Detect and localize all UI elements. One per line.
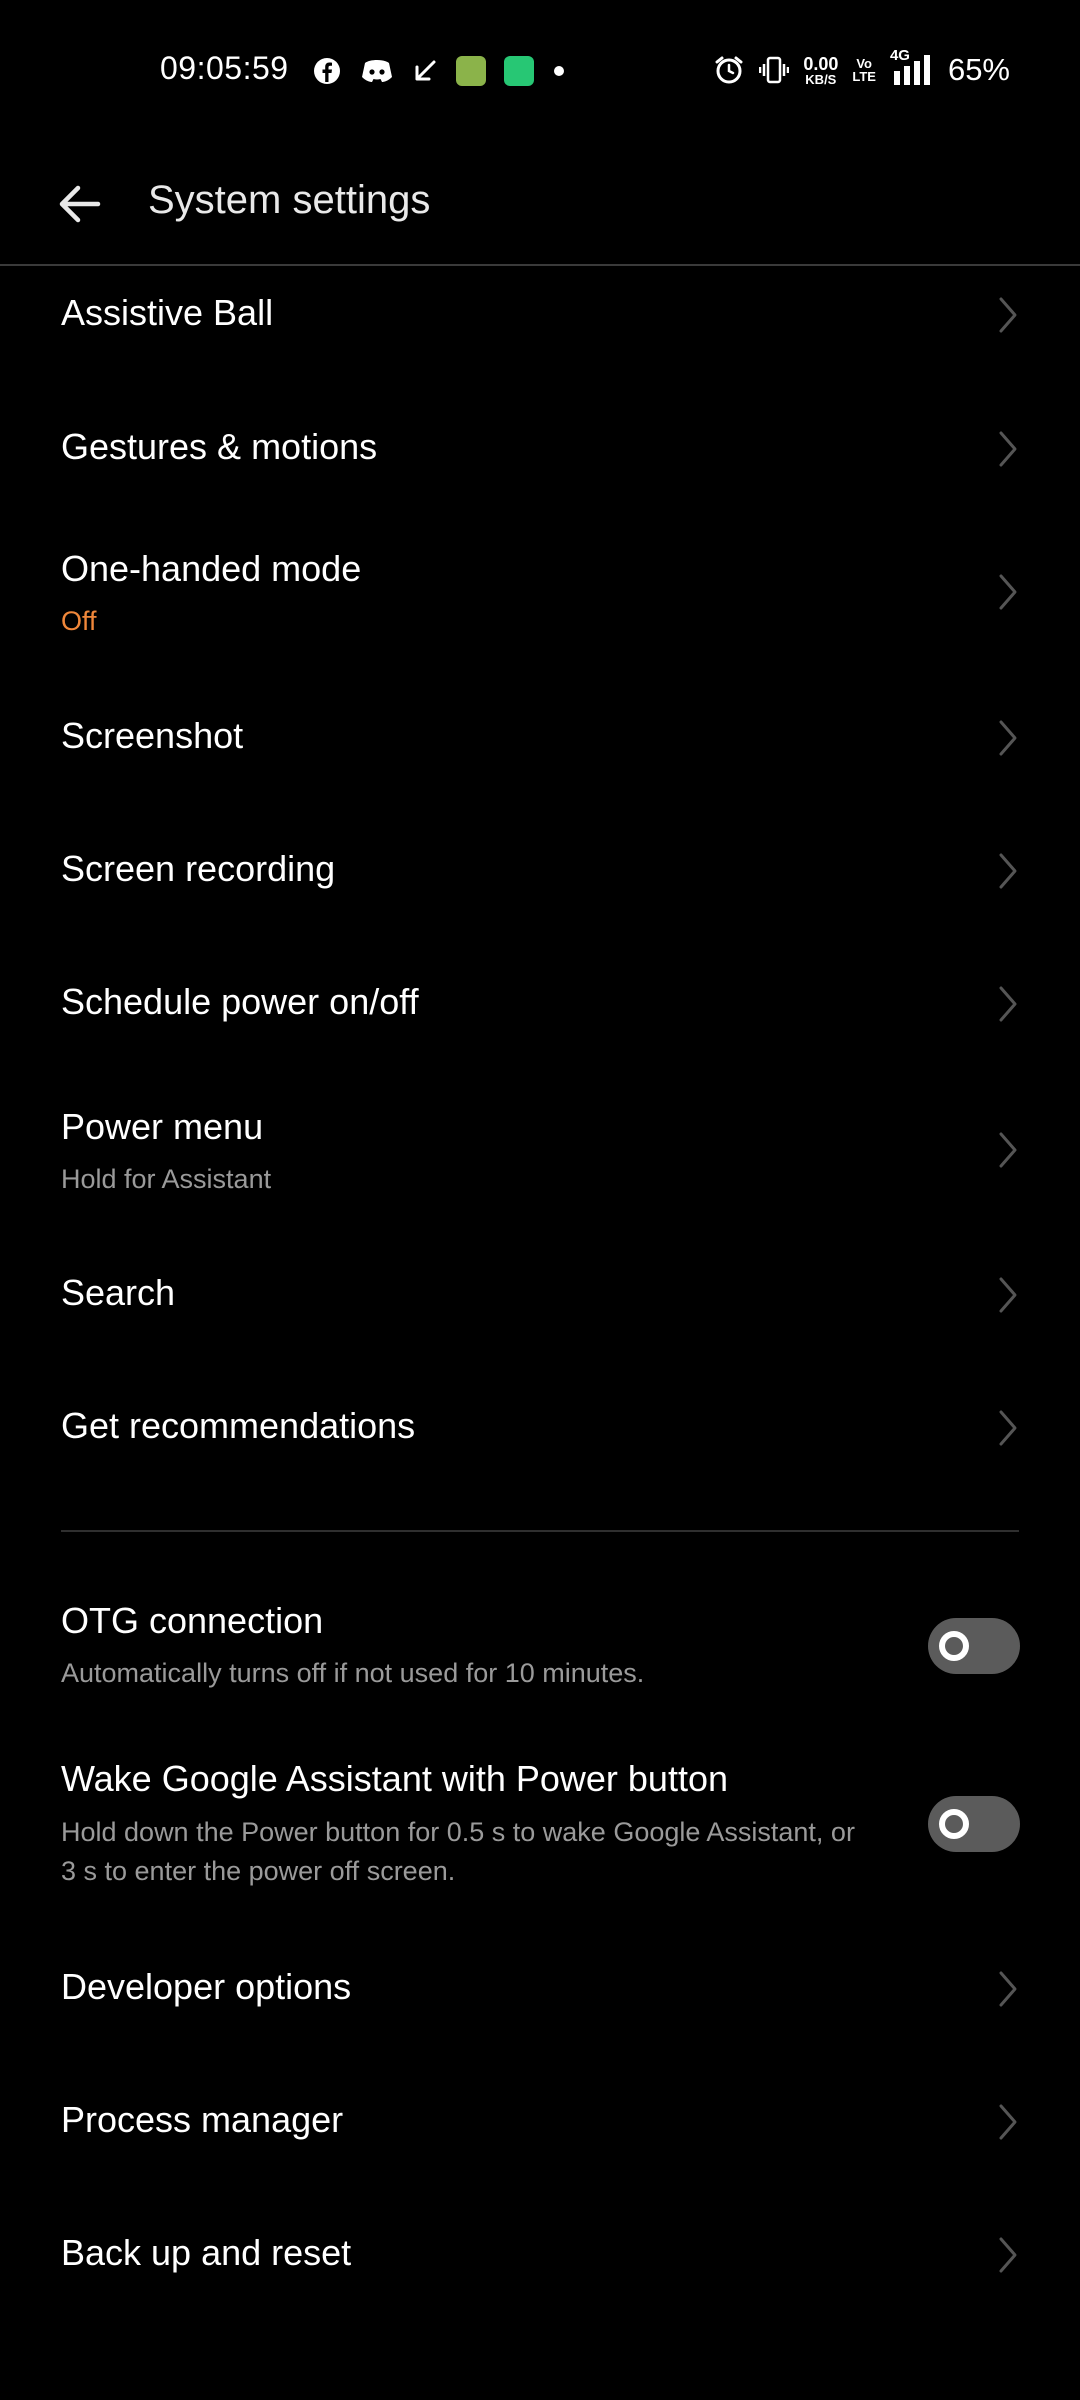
chevron-right-icon	[999, 1132, 1017, 1168]
chevron-right-icon	[999, 574, 1017, 610]
dot-icon	[554, 66, 564, 76]
wake-assistant-toggle[interactable]	[928, 1796, 1020, 1852]
list-item-title: Back up and reset	[61, 2232, 352, 2273]
list-item-search[interactable]: Search	[0, 1246, 1080, 1346]
section-divider	[61, 1530, 1019, 1532]
list-item-title: One-handed mode	[61, 548, 362, 589]
list-item-title: Schedule power on/off	[61, 981, 419, 1022]
list-item-subtitle-line2: 3 s to enter the power off screen.	[61, 1856, 456, 1886]
app-bar: System settings	[0, 140, 1080, 266]
list-item-developer-options[interactable]: Developer options	[0, 1940, 1080, 2040]
list-item-one-handed-mode[interactable]: One-handed mode Off	[0, 528, 1080, 668]
list-item-process-manager[interactable]: Process manager	[0, 2073, 1080, 2173]
list-item-title: Search	[61, 1272, 176, 1313]
list-item-screenshot[interactable]: Screenshot	[0, 689, 1080, 789]
data-speed-unit: KB/S	[805, 71, 837, 87]
otg-toggle[interactable]	[928, 1618, 1020, 1674]
chevron-right-icon	[999, 1410, 1017, 1446]
list-item-title: Wake Google Assistant with Power button	[61, 1758, 729, 1799]
list-item-get-recommendations[interactable]: Get recommendations	[0, 1379, 1080, 1479]
battery-level: 65%	[947, 52, 1010, 87]
chevron-right-icon	[999, 853, 1017, 889]
list-item-schedule-power[interactable]: Schedule power on/off	[0, 955, 1080, 1055]
list-item-power-menu[interactable]: Power menu Hold for Assistant	[0, 1082, 1080, 1222]
list-item-subtitle: Automatically turns off if not used for …	[61, 1658, 645, 1688]
app-icon	[456, 56, 486, 86]
download-arrow-icon	[415, 60, 436, 81]
list-item-wake-google-assistant[interactable]: Wake Google Assistant with Power button …	[0, 1744, 1080, 1904]
list-item-title: Developer options	[61, 1966, 352, 2007]
list-item-title: Screen recording	[61, 848, 336, 889]
discord-icon	[362, 60, 392, 82]
chevron-right-icon	[999, 2237, 1017, 2273]
app-icon	[504, 56, 534, 86]
list-item-subtitle-line1: Hold down the Power button for 0.5 s to …	[61, 1817, 855, 1847]
list-item-otg-connection[interactable]: OTG connection Automatically turns off i…	[0, 1586, 1080, 1696]
list-item-gestures[interactable]: Gestures & motions	[0, 400, 1080, 500]
status-right-icons: 0.00 KB/S Vo LTE 4G 65%	[713, 47, 1010, 90]
signal-indicator: 4G	[890, 47, 934, 87]
signal-icon	[893, 55, 930, 85]
chevron-right-icon	[999, 2104, 1017, 2140]
chevron-right-icon	[999, 1277, 1017, 1313]
toggle-knob	[939, 1809, 969, 1839]
vibrate-icon	[759, 56, 790, 84]
list-item-title: Assistive Ball	[61, 292, 274, 333]
chevron-right-icon	[999, 431, 1017, 467]
list-item-title: Power menu	[61, 1106, 264, 1147]
status-bar: 09:05:59 0.00 KB/S Vo LTE 4G 65%	[0, 0, 1080, 140]
list-item-title: Screenshot	[61, 715, 244, 756]
list-item-subtitle: Off	[61, 606, 97, 636]
list-item-title: Process manager	[61, 2099, 344, 2140]
chevron-right-icon	[999, 720, 1017, 756]
chevron-right-icon	[999, 1971, 1017, 2007]
list-item-assistive-ball[interactable]: Assistive Ball	[0, 266, 1080, 366]
data-speed-value: 0.00	[803, 53, 839, 74]
list-item-title: Get recommendations	[61, 1405, 416, 1446]
volte-bottom: LTE	[852, 69, 876, 84]
status-time: 09:05:59	[160, 50, 289, 86]
arrow-left-icon[interactable]	[52, 176, 108, 232]
alarm-icon	[715, 56, 743, 84]
list-item-subtitle: Hold for Assistant	[61, 1164, 272, 1194]
list-item-backup-reset[interactable]: Back up and reset	[0, 2206, 1080, 2306]
notification-icons	[312, 54, 566, 88]
list-item-title: Gestures & motions	[61, 426, 378, 467]
list-item-screen-recording[interactable]: Screen recording	[0, 822, 1080, 922]
volte-indicator: Vo LTE	[852, 57, 876, 83]
chevron-right-icon	[999, 297, 1017, 333]
facebook-icon	[314, 58, 340, 84]
data-speed: 0.00 KB/S	[803, 55, 838, 86]
toggle-knob	[939, 1631, 969, 1661]
list-item-title: OTG connection	[61, 1600, 324, 1641]
page-title: System settings	[148, 178, 431, 222]
chevron-right-icon	[999, 986, 1017, 1022]
